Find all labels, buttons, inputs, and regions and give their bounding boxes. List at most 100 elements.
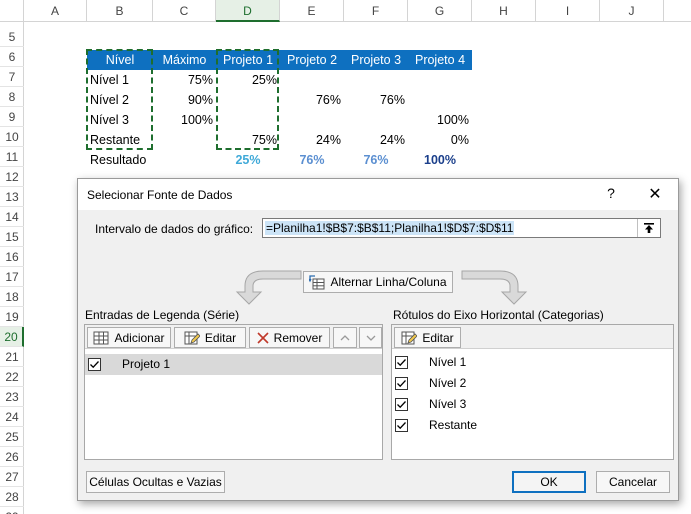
- column-header-i[interactable]: I: [536, 0, 600, 22]
- help-button[interactable]: ?: [603, 185, 619, 201]
- row-header[interactable]: 17: [0, 267, 24, 287]
- row-header[interactable]: 7: [0, 67, 24, 87]
- row-header[interactable]: 25: [0, 427, 24, 447]
- table-header-projeto-1[interactable]: Projeto 1: [216, 50, 280, 70]
- table-row-label[interactable]: Nível 1: [87, 70, 153, 90]
- add-series-button[interactable]: Adicionar: [87, 327, 171, 348]
- table-header-maximo[interactable]: Máximo: [153, 50, 216, 70]
- column-header-f[interactable]: F: [344, 0, 408, 22]
- range-input[interactable]: =Planilha1!$B$7:$B$11;Planilha1!$D$7:$D$…: [262, 218, 661, 238]
- row-header[interactable]: 19: [0, 307, 24, 327]
- legend-section-title: Entradas de Legenda (Série): [85, 308, 240, 322]
- axis-item-checkbox[interactable]: [395, 356, 408, 369]
- remove-series-button[interactable]: Remover: [249, 327, 330, 348]
- column-header-a[interactable]: A: [24, 0, 87, 22]
- close-button[interactable]: ✕: [646, 184, 664, 204]
- axis-item-label: Restante: [429, 418, 478, 432]
- result-projeto-1[interactable]: 25%: [216, 150, 280, 170]
- table-cell[interactable]: 76%: [344, 90, 408, 110]
- column-header-d[interactable]: D: [216, 0, 280, 22]
- table-cell[interactable]: [216, 90, 280, 110]
- cancel-button[interactable]: Cancelar: [596, 471, 670, 493]
- table-cell[interactable]: 100%: [153, 110, 216, 130]
- table-header-projeto-4[interactable]: Projeto 4: [408, 50, 472, 70]
- table-cell[interactable]: 76%: [280, 90, 344, 110]
- row-header[interactable]: 18: [0, 287, 24, 307]
- row-header[interactable]: 23: [0, 387, 24, 407]
- axis-item-checkbox[interactable]: [395, 398, 408, 411]
- table-cell[interactable]: [280, 70, 344, 90]
- table-cell[interactable]: 75%: [153, 70, 216, 90]
- result-projeto-2[interactable]: 76%: [280, 150, 344, 170]
- column-header-h[interactable]: H: [472, 0, 536, 22]
- edit-axis-button[interactable]: Editar: [394, 327, 461, 348]
- column-header-g[interactable]: G: [408, 0, 472, 22]
- row-header[interactable]: 11: [0, 147, 24, 167]
- row-header[interactable]: 28: [0, 487, 24, 507]
- table-cell[interactable]: [216, 110, 280, 130]
- table-cell[interactable]: 0%: [408, 130, 472, 150]
- move-up-button[interactable]: [333, 327, 357, 348]
- axis-item-checkbox[interactable]: [395, 419, 408, 432]
- row-header[interactable]: 16: [0, 247, 24, 267]
- column-header-j[interactable]: J: [600, 0, 664, 22]
- row-header[interactable]: 14: [0, 207, 24, 227]
- axis-item-label: Nível 2: [429, 376, 467, 390]
- row-header[interactable]: 24: [0, 407, 24, 427]
- select-all-corner[interactable]: [0, 0, 24, 22]
- result-label[interactable]: Resultado: [87, 150, 153, 170]
- result-projeto-4[interactable]: 100%: [408, 150, 472, 170]
- table-cell[interactable]: 25%: [216, 70, 280, 90]
- table-cell[interactable]: 100%: [408, 110, 472, 130]
- row-header[interactable]: 9: [0, 107, 24, 127]
- dialog-title-bar[interactable]: Selecionar Fonte de Dados ? ✕: [78, 179, 678, 210]
- axis-item-checkbox[interactable]: [395, 377, 408, 390]
- row-header[interactable]: 15: [0, 227, 24, 247]
- axis-item-nivel-3[interactable]: Nível 3: [392, 394, 673, 415]
- ok-button[interactable]: OK: [512, 471, 586, 493]
- legend-item-projeto-1[interactable]: Projeto 1: [85, 354, 382, 375]
- row-header[interactable]: 29: [0, 507, 24, 514]
- table-row-label[interactable]: Nível 3: [87, 110, 153, 130]
- legend-item-checkbox[interactable]: [88, 358, 101, 371]
- table-cell[interactable]: [408, 90, 472, 110]
- table-cell[interactable]: [280, 110, 344, 130]
- row-header[interactable]: 12: [0, 167, 24, 187]
- table-cell[interactable]: [344, 110, 408, 130]
- collapse-range-button[interactable]: [637, 219, 660, 237]
- table-cell[interactable]: 90%: [153, 90, 216, 110]
- table-cell[interactable]: 75%: [216, 130, 280, 150]
- axis-item-nivel-1[interactable]: Nível 1: [392, 352, 673, 373]
- table-cell[interactable]: [344, 70, 408, 90]
- switch-row-column-button[interactable]: Alternar Linha/Coluna: [303, 271, 453, 293]
- row-header[interactable]: 10: [0, 127, 24, 147]
- table-header-nivel[interactable]: Nível: [87, 50, 153, 70]
- table-cell[interactable]: 24%: [280, 130, 344, 150]
- column-header-e[interactable]: E: [280, 0, 344, 22]
- table-header-projeto-2[interactable]: Projeto 2: [280, 50, 344, 70]
- checkmark-icon: [397, 422, 406, 430]
- table-header-projeto-3[interactable]: Projeto 3: [344, 50, 408, 70]
- table-cell[interactable]: [408, 70, 472, 90]
- table-row-label[interactable]: Nível 2: [87, 90, 153, 110]
- move-down-button[interactable]: [359, 327, 382, 348]
- column-header-b[interactable]: B: [87, 0, 153, 22]
- row-header[interactable]: 26: [0, 447, 24, 467]
- row-header[interactable]: 6: [0, 47, 24, 67]
- result-projeto-3[interactable]: 76%: [344, 150, 408, 170]
- row-header[interactable]: 8: [0, 87, 24, 107]
- hidden-empty-cells-button[interactable]: Células Ocultas e Vazias: [86, 471, 225, 493]
- axis-item-restante[interactable]: Restante: [392, 415, 673, 436]
- column-header-c[interactable]: C: [153, 0, 216, 22]
- table-cell[interactable]: [153, 130, 216, 150]
- row-header[interactable]: 27: [0, 467, 24, 487]
- axis-item-nivel-2[interactable]: Nível 2: [392, 373, 673, 394]
- table-cell[interactable]: 24%: [344, 130, 408, 150]
- row-header[interactable]: 13: [0, 187, 24, 207]
- edit-series-button[interactable]: Editar: [174, 327, 246, 348]
- row-header[interactable]: 21: [0, 347, 24, 367]
- row-header-selected[interactable]: 20: [0, 327, 24, 347]
- row-header[interactable]: 22: [0, 367, 24, 387]
- table-row-label[interactable]: Restante: [87, 130, 153, 150]
- row-header[interactable]: 5: [0, 27, 24, 47]
